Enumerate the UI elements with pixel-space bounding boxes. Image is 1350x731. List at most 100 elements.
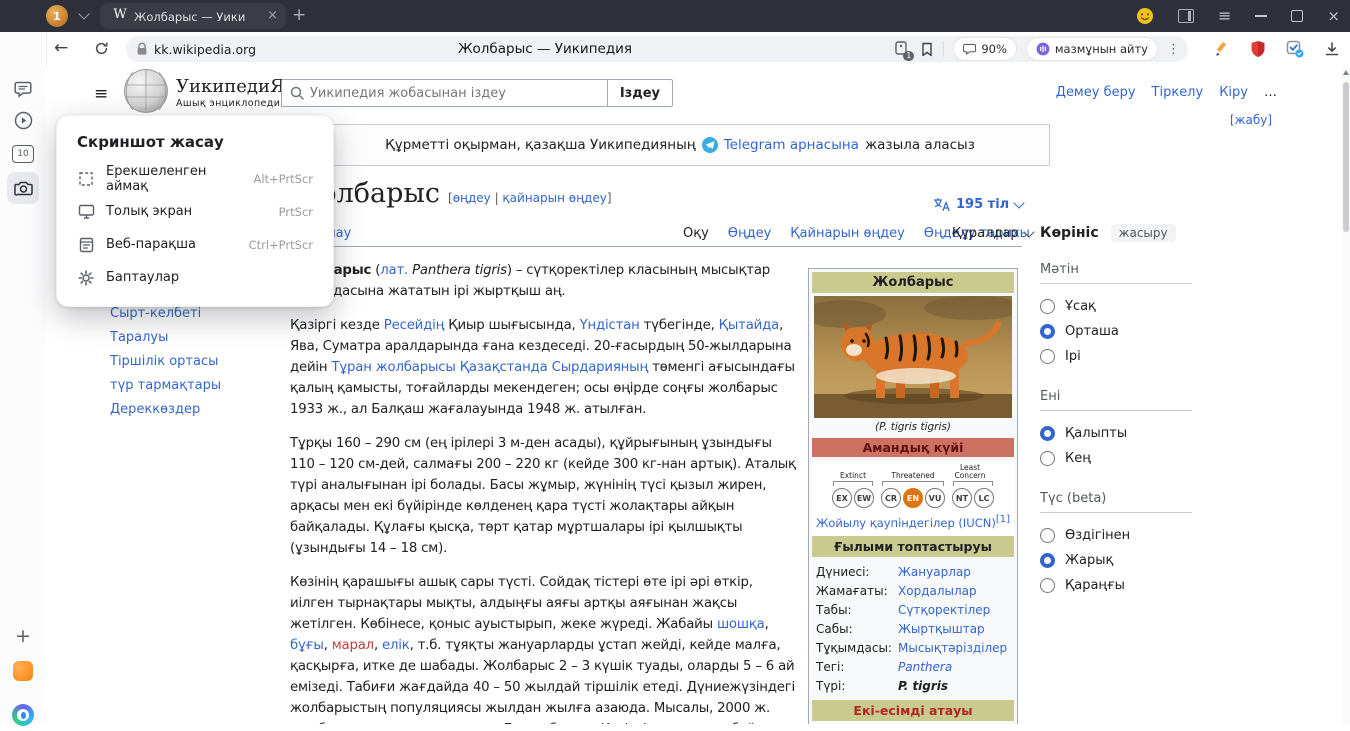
article-link[interactable]: Қазақстанда: [460, 360, 548, 375]
iucn-status-vu[interactable]: VU: [925, 488, 945, 508]
appearance-option[interactable]: Орташа: [1040, 319, 1192, 344]
wiki-menu-icon[interactable]: ≡: [94, 84, 108, 104]
tab-close-icon[interactable]: ×: [267, 8, 278, 23]
radio-icon[interactable]: [1040, 349, 1055, 364]
radio-checked-icon[interactable]: [1040, 426, 1055, 441]
edit-pencil-icon[interactable]: [1213, 41, 1230, 58]
wiki-search-box[interactable]: Іздеу: [281, 79, 673, 107]
user-menu-more-icon[interactable]: …: [1264, 85, 1278, 100]
rail-add-icon[interactable]: +: [7, 620, 39, 652]
screenshot-menu-item[interactable]: Толық экранPrtScr: [57, 195, 333, 228]
toc-link[interactable]: Дереккөздер: [110, 402, 221, 417]
smiley-icon[interactable]: [1136, 7, 1154, 25]
tab-group-chevron-icon[interactable]: [78, 8, 89, 19]
taxonomy-value[interactable]: Жыртқыштар: [898, 622, 1010, 636]
window-maximize-button[interactable]: [1291, 10, 1303, 22]
bookmark-icon[interactable]: [920, 42, 934, 57]
iucn-status-ew[interactable]: EW: [854, 488, 874, 508]
toc-link[interactable]: Тіршілік ортасы: [110, 354, 221, 369]
iucn-reference[interactable]: [1]: [996, 514, 1010, 525]
wikipedia-wordmark[interactable]: УикипедиЯ: [176, 76, 285, 97]
search-button[interactable]: Іздеу: [607, 80, 672, 106]
toc-link[interactable]: түр тармақтары: [110, 378, 221, 393]
article-link[interactable]: Қытайда: [719, 318, 779, 333]
address-more-icon[interactable]: ⋮: [1167, 42, 1180, 57]
appearance-option[interactable]: Ұсақ: [1040, 294, 1192, 319]
site-rating-button[interactable]: 90%: [953, 37, 1017, 61]
article-link[interactable]: шошқа: [717, 617, 765, 632]
article-link[interactable]: лат.: [380, 263, 408, 278]
video-panel-icon[interactable]: [7, 104, 39, 136]
search-input[interactable]: [304, 86, 607, 101]
protect-check-icon[interactable]: [1286, 40, 1304, 58]
toc-link[interactable]: Сырт-келбеті: [110, 306, 221, 321]
window-minimize-button[interactable]: [1255, 15, 1267, 17]
language-selector[interactable]: 195 тіл: [933, 197, 1023, 212]
browser-logo-icon[interactable]: [7, 699, 39, 731]
view-tab-2[interactable]: Өңдеу: [728, 226, 772, 247]
article-link[interactable]: Үндістан: [580, 318, 640, 333]
iucn-status-lc[interactable]: LC: [974, 488, 994, 508]
appearance-option[interactable]: Жарық: [1040, 548, 1192, 573]
radio-icon[interactable]: [1040, 578, 1055, 593]
new-tab-button[interactable]: +: [292, 5, 306, 25]
iucn-status-en[interactable]: EN: [903, 488, 923, 508]
scrollbar-up-arrow[interactable]: [1343, 70, 1349, 75]
taxonomy-value[interactable]: Panthera: [898, 660, 1010, 674]
tab-counter-badge[interactable]: 10: [7, 138, 39, 170]
user-link[interactable]: Демеу беру: [1056, 85, 1136, 100]
browser-menu-icon[interactable]: ≡: [1218, 8, 1231, 24]
view-tab-3[interactable]: Қайнарын өңдеу: [790, 226, 904, 247]
reload-button[interactable]: [94, 41, 109, 56]
radio-icon[interactable]: [1040, 528, 1055, 543]
article-link[interactable]: Тұран жолбарысы: [331, 360, 455, 375]
page-scrollbar-thumb[interactable]: [1343, 82, 1349, 232]
back-button[interactable]: ←: [54, 38, 68, 58]
yandex-app-icon[interactable]: [7, 655, 39, 687]
page-scrollbar[interactable]: [1342, 66, 1350, 724]
screenshot-menu-item[interactable]: Ерекшеленген аймақAlt+PrtScr: [57, 162, 333, 195]
iucn-status-nt[interactable]: NT: [952, 488, 972, 508]
banner-telegram-link[interactable]: Telegram арнасына: [724, 137, 859, 153]
side-panel-icon[interactable]: [1178, 9, 1194, 23]
adblock-shield-icon[interactable]: [1250, 40, 1266, 58]
radio-checked-icon[interactable]: [1040, 553, 1055, 568]
read-aloud-button[interactable]: мазмұнын айту: [1026, 37, 1158, 61]
appearance-option[interactable]: Ірі: [1040, 344, 1192, 369]
appearance-option[interactable]: Өздігінен: [1040, 523, 1192, 548]
article-link[interactable]: бұғы: [290, 638, 324, 653]
screenshot-tool-icon[interactable]: [7, 172, 39, 204]
tools-menu[interactable]: Құралдар: [952, 226, 1033, 241]
address-bar[interactable]: kk.wikipedia.org Жолбарыс — Уикипедия 1: [126, 36, 1188, 62]
taxonomy-value[interactable]: Жануарлар: [898, 565, 1010, 579]
window-close-button[interactable]: ×: [1327, 9, 1340, 24]
downloads-icon[interactable]: [1324, 41, 1340, 57]
browser-tab[interactable]: W Жолбарыс — Уикипед... ×: [100, 3, 286, 29]
article-link[interactable]: елік: [382, 638, 410, 653]
edit-source-link[interactable]: қайнарын өңдеу: [502, 191, 606, 205]
iucn-status-ex[interactable]: EX: [832, 488, 852, 508]
iucn-status-cr[interactable]: CR: [881, 488, 901, 508]
banner-close-link[interactable]: [жабу]: [1230, 113, 1272, 127]
appearance-option[interactable]: Қараңғы: [1040, 573, 1192, 598]
radio-checked-icon[interactable]: [1040, 324, 1055, 339]
radio-icon[interactable]: [1040, 299, 1055, 314]
view-tab-1[interactable]: Оқу: [683, 226, 709, 247]
appearance-option[interactable]: Қалыпты: [1040, 421, 1192, 446]
appearance-option[interactable]: Кең: [1040, 446, 1192, 471]
taxonomy-value[interactable]: Мысықтәрізділер: [898, 641, 1010, 655]
taxonomy-value[interactable]: Хордалылар: [898, 584, 1010, 598]
radio-icon[interactable]: [1040, 451, 1055, 466]
screenshot-menu-item[interactable]: Баптаулар: [57, 261, 333, 294]
article-link[interactable]: марал: [332, 638, 374, 653]
article-link[interactable]: Ресейдің: [384, 318, 444, 333]
tiger-photo[interactable]: [814, 296, 1012, 418]
screenshot-menu-item[interactable]: Веб-парақшаCtrl+PrtScr: [57, 228, 333, 261]
edit-link[interactable]: өңдеу: [453, 191, 491, 205]
chat-panel-icon[interactable]: [7, 73, 39, 105]
tab-group-avatar[interactable]: 1: [46, 5, 68, 27]
user-link[interactable]: Кіру: [1219, 85, 1248, 100]
taxonomy-value[interactable]: Сүтқоректілер: [898, 603, 1010, 617]
collections-icon[interactable]: 1: [893, 40, 911, 58]
appearance-hide-button[interactable]: жасыру: [1111, 224, 1176, 242]
